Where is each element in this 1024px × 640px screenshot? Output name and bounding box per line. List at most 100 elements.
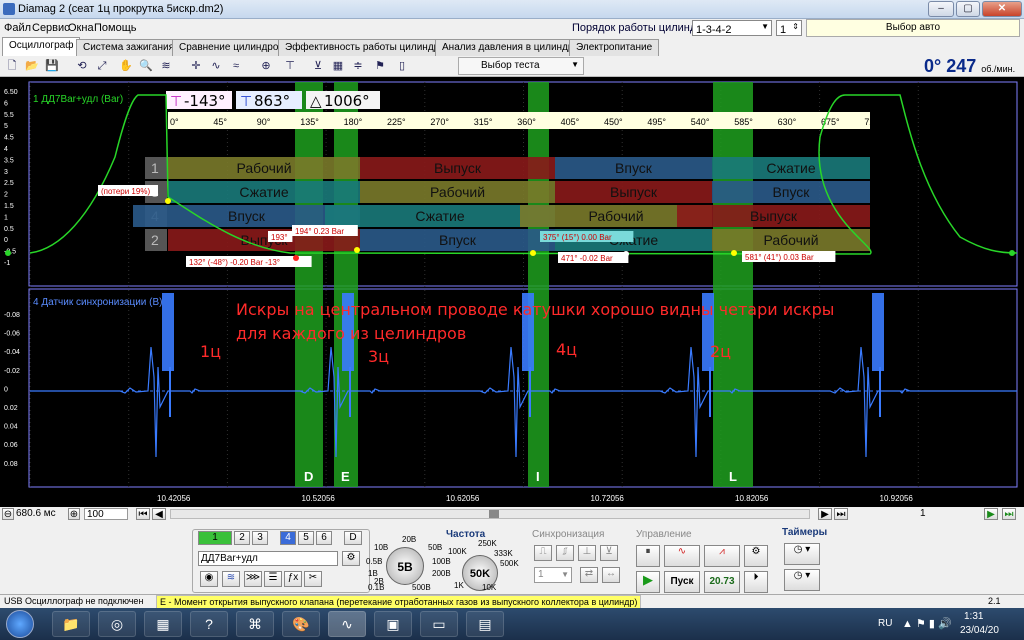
minimize-button[interactable]: – bbox=[928, 1, 954, 17]
paint-icon[interactable]: 🎨 bbox=[282, 611, 320, 637]
sync-channel-select[interactable]: 1 ▼ bbox=[534, 567, 572, 583]
channel-button-3[interactable]: 3 bbox=[252, 531, 268, 545]
zoom-fit-icon[interactable]: ⤢ bbox=[94, 58, 110, 74]
sync-move-icon[interactable]: ↔ bbox=[602, 567, 620, 583]
language-indicator[interactable]: RU bbox=[878, 618, 892, 629]
play-end-icon[interactable]: ⏭ bbox=[1002, 508, 1016, 520]
marker-dot[interactable] bbox=[530, 250, 536, 256]
marker-dot[interactable] bbox=[165, 198, 171, 204]
open-folder-icon[interactable]: 📂 bbox=[24, 58, 40, 74]
media-icon[interactable]: ▦ bbox=[144, 611, 182, 637]
tab-pressure-analysis[interactable]: Анализ давления в цилиндре bbox=[435, 39, 587, 56]
lines-icon[interactable]: ☰ bbox=[264, 571, 282, 587]
auto-icon[interactable]: ⚙ bbox=[744, 545, 768, 567]
tab-oscilloscope[interactable]: Осциллограф bbox=[2, 37, 81, 56]
diamag-icon[interactable]: ∿ bbox=[328, 611, 366, 637]
save-icon[interactable]: 💾 bbox=[44, 58, 60, 74]
play-icon[interactable]: ▶ bbox=[984, 508, 998, 520]
scroll-track[interactable] bbox=[170, 509, 810, 519]
grid-icon[interactable]: ▦ bbox=[330, 58, 346, 74]
marker-dot[interactable] bbox=[731, 250, 737, 256]
menu-file[interactable]: Файл bbox=[4, 22, 31, 34]
sync-icon[interactable]: ⊕ bbox=[258, 58, 274, 74]
trigger-icon[interactable]: ⊤ bbox=[282, 58, 298, 74]
sync-fall-icon[interactable]: ⎎ bbox=[556, 545, 574, 561]
hand-pan-icon[interactable]: ✋ bbox=[118, 58, 134, 74]
channel-button-5[interactable]: 5 bbox=[298, 531, 314, 545]
value-box[interactable]: 20.73 bbox=[704, 571, 740, 593]
tab-power[interactable]: Электропитание bbox=[569, 39, 660, 56]
marker-dot[interactable] bbox=[1009, 250, 1015, 256]
channel-name-field[interactable]: ДД7Bar+удл bbox=[198, 551, 338, 566]
menu-service[interactable]: Сервис bbox=[32, 22, 70, 34]
function-icon[interactable]: ƒx bbox=[284, 571, 302, 587]
auto-select-box[interactable]: Выбор авто bbox=[806, 19, 1020, 37]
new-file-icon[interactable]: 🗋 bbox=[4, 58, 20, 74]
close-button[interactable]: ✕ bbox=[982, 1, 1022, 17]
image-viewer-icon[interactable]: ▤ bbox=[466, 611, 504, 637]
marker-icon[interactable]: ⊻ bbox=[310, 58, 326, 74]
next-page-icon[interactable]: ▶ bbox=[818, 508, 832, 520]
rotate-icon[interactable]: ⟲ bbox=[74, 58, 90, 74]
flag-icon[interactable]: ⚑ bbox=[372, 58, 388, 74]
explorer2-icon[interactable]: ▭ bbox=[420, 611, 458, 637]
cursor-icon[interactable]: ✛ bbox=[188, 58, 204, 74]
time-span[interactable]: 680.6 мс bbox=[16, 508, 56, 519]
sync-arrows-icon[interactable]: ⇄ bbox=[580, 567, 598, 583]
app-window-icon[interactable]: ▣ bbox=[374, 611, 412, 637]
tab-ignition[interactable]: Система зажигания bbox=[76, 39, 181, 56]
start-button[interactable]: Пуск bbox=[664, 571, 700, 593]
tools-icon[interactable]: ✂ bbox=[304, 571, 322, 587]
zoom-field[interactable]: 100 bbox=[84, 508, 128, 520]
zoom-out-icon[interactable]: ⊖ bbox=[2, 508, 14, 520]
sync-edge-icon[interactable]: ⊥ bbox=[578, 545, 596, 561]
menu-windows[interactable]: Окна bbox=[68, 22, 94, 34]
scroll-thumb[interactable] bbox=[489, 510, 499, 518]
tab-cylinder-compare[interactable]: Сравнение цилиндров bbox=[172, 39, 291, 56]
zoom-icon[interactable]: 🔍 bbox=[138, 58, 154, 74]
marker-dot[interactable] bbox=[5, 250, 11, 256]
prev-page-icon[interactable]: ◀ bbox=[152, 508, 166, 520]
auto-play-icon[interactable]: ⏵ bbox=[744, 571, 768, 593]
wave-icon[interactable]: ∿ bbox=[208, 58, 224, 74]
channel-button-1[interactable]: 1 bbox=[198, 531, 232, 545]
chrome-icon[interactable]: ◎ bbox=[98, 611, 136, 637]
cylinder-spin[interactable]: 1 ⇕ bbox=[776, 20, 802, 36]
channel-settings-icon[interactable]: ⚙ bbox=[342, 551, 360, 566]
test-select[interactable]: Выбор теста ▼ bbox=[458, 57, 584, 75]
first-page-icon[interactable]: ⏮ bbox=[136, 508, 150, 520]
filter-icon[interactable]: ≋ bbox=[158, 58, 174, 74]
channel-button-d[interactable]: D bbox=[344, 531, 362, 545]
channel-button-2[interactable]: 2 bbox=[234, 531, 250, 545]
volt-knob[interactable]: 5B bbox=[386, 547, 424, 585]
marker-dot[interactable] bbox=[623, 251, 629, 257]
tray-icons[interactable]: ▲ ⚑ ▮ 🔊 bbox=[902, 617, 952, 630]
pause-icon[interactable]: ⏸ bbox=[636, 545, 660, 567]
timer-1-icon[interactable]: ◷ ▾ bbox=[784, 543, 820, 565]
timer-2-icon[interactable]: ◷ ▾ bbox=[784, 569, 820, 591]
help-icon[interactable]: ? bbox=[190, 611, 228, 637]
wave-invert-icon[interactable]: ≋ bbox=[222, 571, 240, 587]
channel-button-4[interactable]: 4 bbox=[280, 531, 296, 545]
marker-dot[interactable] bbox=[354, 247, 360, 253]
menu-help[interactable]: Помощь bbox=[94, 22, 137, 34]
eye-icon[interactable]: ◉ bbox=[200, 571, 218, 587]
maximize-button[interactable]: ▢ bbox=[956, 1, 980, 17]
oscilloscope-view[interactable]: 1 Рабочий Выпуск Впуск Сжатие 3 Сжатие Рабочий В… bbox=[0, 77, 1024, 507]
wave-multi-icon[interactable]: ≈ bbox=[228, 58, 244, 74]
filter-settings-icon[interactable]: ⋙ bbox=[244, 571, 262, 587]
play-start-icon[interactable]: ▶ bbox=[636, 571, 660, 593]
page-icon[interactable]: ▯ bbox=[394, 58, 410, 74]
cursors-icon[interactable]: ≑ bbox=[350, 58, 366, 74]
sync-rise-icon[interactable]: ⎍ bbox=[534, 545, 552, 561]
scope-canvas[interactable]: 1 Рабочий Выпуск Впуск Сжатие 3 Сжатие Рабочий В… bbox=[0, 77, 1024, 507]
tab-cylinder-efficiency[interactable]: Эффективность работы цилиндров bbox=[278, 39, 458, 56]
pdf-icon[interactable]: ⌘ bbox=[236, 611, 274, 637]
last-page-icon[interactable]: ⏭ bbox=[834, 508, 848, 520]
sync-level-icon[interactable]: ⊻ bbox=[600, 545, 618, 561]
marker-dot[interactable] bbox=[293, 255, 299, 261]
start-orb-icon[interactable] bbox=[6, 610, 34, 638]
zoom-in-icon[interactable]: ⊕ bbox=[68, 508, 80, 520]
explorer-icon[interactable]: 📁 bbox=[52, 611, 90, 637]
wave-burst-icon[interactable]: ⩘ bbox=[704, 545, 740, 567]
